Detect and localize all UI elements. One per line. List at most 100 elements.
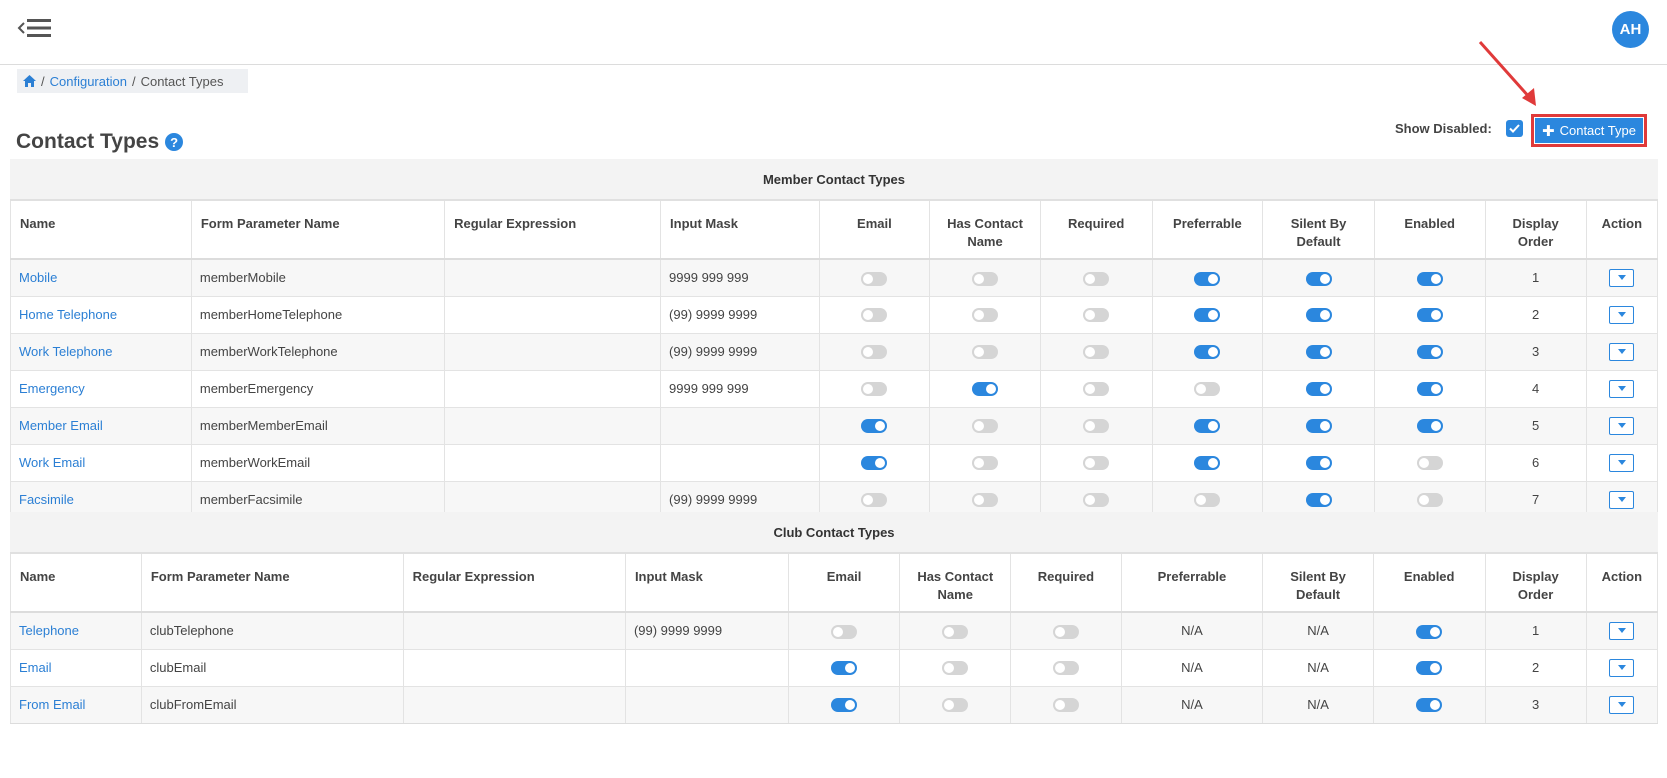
required-toggle[interactable]	[1083, 382, 1110, 397]
column-header-preferrable[interactable]: Preferrable	[1121, 554, 1264, 613]
required-toggle[interactable]	[1083, 456, 1110, 471]
enabled-toggle[interactable]	[1416, 661, 1443, 676]
has-contact-name-toggle[interactable]	[942, 624, 969, 639]
enabled-toggle[interactable]	[1416, 382, 1443, 397]
action-dropdown-button[interactable]	[1609, 379, 1635, 398]
required-toggle[interactable]	[1083, 308, 1110, 323]
column-header-required[interactable]: Required	[1040, 201, 1153, 260]
show-disabled-checkbox[interactable]	[1505, 120, 1523, 137]
contact-type-name-link[interactable]: Member Email	[19, 418, 103, 433]
column-header-name[interactable]: Name	[10, 554, 142, 613]
enabled-toggle[interactable]	[1416, 493, 1443, 508]
column-header-email[interactable]: Email	[788, 554, 901, 613]
silent-by-default-toggle[interactable]	[1305, 308, 1332, 323]
action-dropdown-button[interactable]	[1609, 268, 1635, 287]
breadcrumb-configuration-link[interactable]: Configuration	[50, 74, 127, 89]
enabled-toggle[interactable]	[1416, 271, 1443, 286]
silent-by-default-toggle[interactable]	[1305, 345, 1332, 360]
contact-type-name-link[interactable]: Work Telephone	[19, 344, 112, 359]
column-header-name[interactable]: Name	[10, 201, 192, 260]
enabled-toggle[interactable]	[1416, 345, 1443, 360]
contact-type-name-link[interactable]: Facsimile	[19, 492, 74, 507]
avatar[interactable]: AH	[1612, 11, 1649, 48]
contact-type-name-link[interactable]: Email	[19, 660, 52, 675]
action-dropdown-button[interactable]	[1609, 305, 1635, 324]
column-header-form-parameter[interactable]: Form Parameter Name	[191, 201, 446, 260]
column-header-input-mask[interactable]: Input Mask	[625, 554, 789, 613]
silent-by-default-toggle[interactable]	[1305, 493, 1332, 508]
preferrable-toggle[interactable]	[1194, 456, 1221, 471]
column-header-has-contact-name[interactable]: Has Contact Name	[929, 201, 1041, 260]
email-toggle[interactable]	[861, 382, 888, 397]
action-dropdown-button[interactable]	[1609, 621, 1635, 640]
email-toggle[interactable]	[831, 661, 858, 676]
contact-type-name-link[interactable]: From Email	[19, 697, 85, 712]
enabled-toggle[interactable]	[1416, 419, 1443, 434]
has-contact-name-toggle[interactable]	[972, 271, 999, 286]
has-contact-name-toggle[interactable]	[942, 698, 969, 713]
column-header-display-order[interactable]: Display Order	[1485, 554, 1587, 613]
menu-toggle-icon[interactable]	[17, 16, 53, 40]
silent-by-default-toggle[interactable]	[1305, 456, 1332, 471]
action-dropdown-button[interactable]	[1609, 695, 1635, 714]
email-toggle[interactable]	[831, 624, 858, 639]
enabled-toggle[interactable]	[1416, 698, 1443, 713]
required-toggle[interactable]	[1083, 345, 1110, 360]
required-toggle[interactable]	[1052, 661, 1079, 676]
column-header-has-contact-name[interactable]: Has Contact Name	[899, 554, 1012, 613]
action-dropdown-button[interactable]	[1609, 453, 1635, 472]
column-header-display-order[interactable]: Display Order	[1485, 201, 1587, 260]
column-header-silent-by-default[interactable]: Silent By Default	[1262, 554, 1374, 613]
column-header-input-mask[interactable]: Input Mask	[660, 201, 820, 260]
contact-type-name-link[interactable]: Home Telephone	[19, 307, 117, 322]
has-contact-name-toggle[interactable]	[972, 493, 999, 508]
action-dropdown-button[interactable]	[1609, 416, 1635, 435]
column-header-enabled[interactable]: Enabled	[1374, 201, 1486, 260]
contact-type-name-link[interactable]: Emergency	[19, 381, 85, 396]
home-icon[interactable]	[23, 75, 36, 87]
preferrable-toggle[interactable]	[1194, 419, 1221, 434]
has-contact-name-toggle[interactable]	[972, 382, 999, 397]
column-header-silent-by-default[interactable]: Silent By Default	[1262, 201, 1375, 260]
action-dropdown-button[interactable]	[1609, 658, 1635, 677]
has-contact-name-toggle[interactable]	[972, 419, 999, 434]
preferrable-toggle[interactable]	[1194, 345, 1221, 360]
silent-by-default-toggle[interactable]	[1305, 271, 1332, 286]
email-toggle[interactable]	[861, 419, 888, 434]
email-toggle[interactable]	[861, 345, 888, 360]
preferrable-toggle[interactable]	[1194, 308, 1221, 323]
action-dropdown-button[interactable]	[1609, 342, 1635, 361]
contact-type-name-link[interactable]: Mobile	[19, 270, 57, 285]
silent-by-default-toggle[interactable]	[1305, 382, 1332, 397]
preferrable-toggle[interactable]	[1194, 493, 1221, 508]
preferrable-toggle[interactable]	[1194, 382, 1221, 397]
silent-by-default-toggle[interactable]	[1305, 419, 1332, 434]
email-toggle[interactable]	[831, 698, 858, 713]
column-header-preferrable[interactable]: Preferrable	[1152, 201, 1264, 260]
action-dropdown-button[interactable]	[1609, 490, 1635, 509]
enabled-toggle[interactable]	[1416, 456, 1443, 471]
has-contact-name-toggle[interactable]	[972, 345, 999, 360]
contact-type-name-link[interactable]: Telephone	[19, 623, 79, 638]
has-contact-name-toggle[interactable]	[942, 661, 969, 676]
column-header-regex[interactable]: Regular Expression	[403, 554, 626, 613]
required-toggle[interactable]	[1083, 271, 1110, 286]
has-contact-name-toggle[interactable]	[972, 456, 999, 471]
email-toggle[interactable]	[861, 271, 888, 286]
column-header-email[interactable]: Email	[819, 201, 931, 260]
email-toggle[interactable]	[861, 493, 888, 508]
column-header-enabled[interactable]: Enabled	[1373, 554, 1486, 613]
required-toggle[interactable]	[1052, 698, 1079, 713]
email-toggle[interactable]	[861, 456, 888, 471]
enabled-toggle[interactable]	[1416, 308, 1443, 323]
add-contact-type-button[interactable]: ✚ Contact Type	[1535, 118, 1643, 143]
required-toggle[interactable]	[1083, 493, 1110, 508]
email-toggle[interactable]	[861, 308, 888, 323]
help-icon[interactable]: ?	[165, 133, 184, 151]
required-toggle[interactable]	[1083, 419, 1110, 434]
contact-type-name-link[interactable]: Work Email	[19, 455, 85, 470]
preferrable-toggle[interactable]	[1194, 271, 1221, 286]
enabled-toggle[interactable]	[1416, 624, 1443, 639]
required-toggle[interactable]	[1052, 624, 1079, 639]
has-contact-name-toggle[interactable]	[972, 308, 999, 323]
